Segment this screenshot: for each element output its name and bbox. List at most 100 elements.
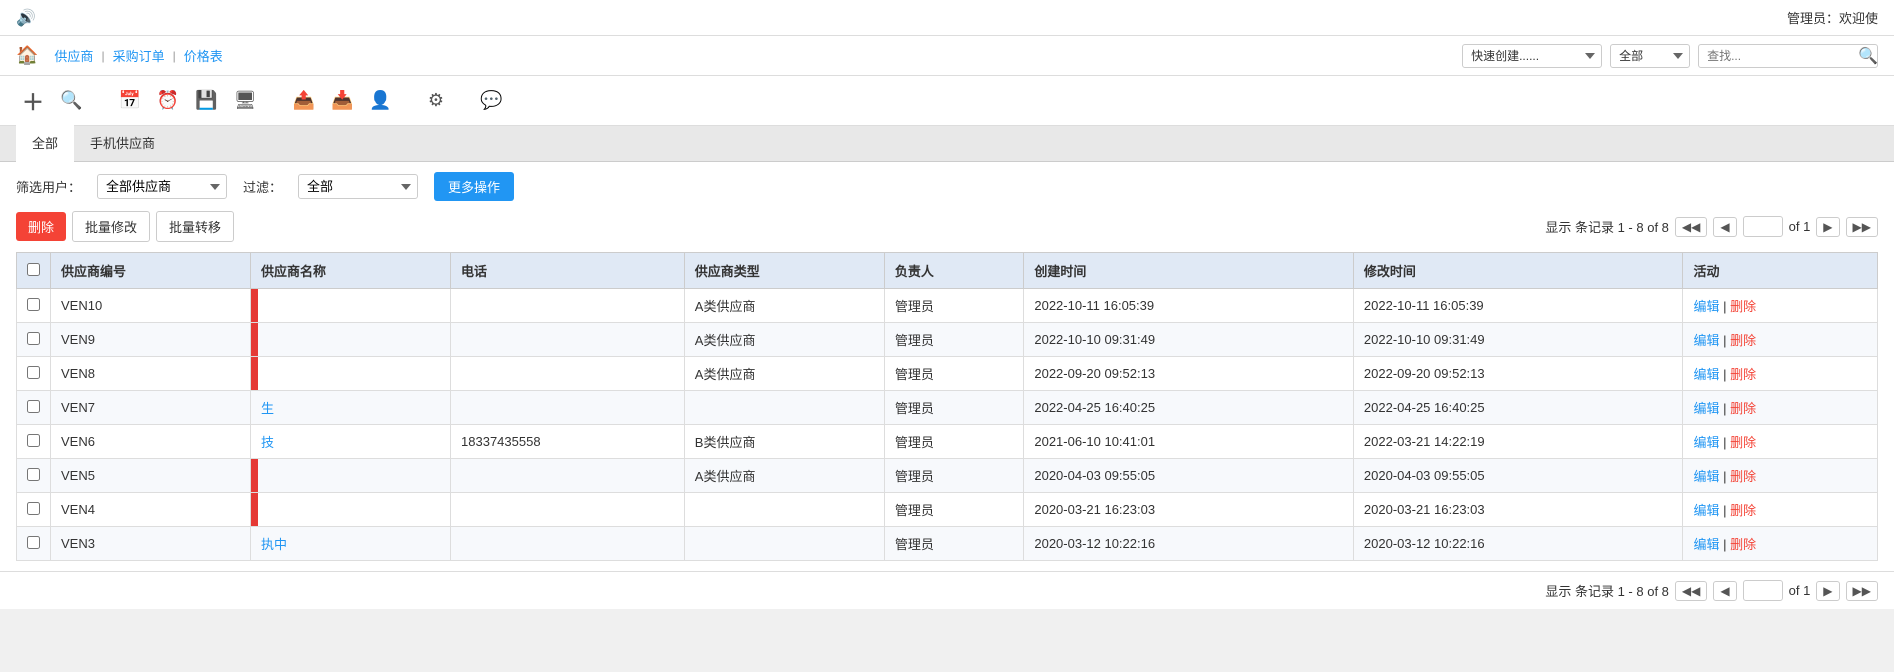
nav-bar: 🏠 供应商 | 采购订单 | 价格表 快速创建...... 全部 🔍 bbox=[0, 36, 1894, 76]
type-cell: A类供应商 bbox=[684, 289, 884, 323]
user-button[interactable]: 👤 bbox=[363, 86, 397, 115]
bottom-total-pages-text: of 1 bbox=[1789, 583, 1811, 598]
row-checkbox[interactable] bbox=[27, 366, 40, 379]
page-number-input[interactable]: 1 bbox=[1743, 216, 1783, 237]
quick-create-select[interactable]: 快速创建...... bbox=[1462, 44, 1602, 68]
table-row: VEN9A类供应商管理员2022-10-10 09:31:492022-10-1… bbox=[17, 323, 1878, 357]
owner-cell: 管理员 bbox=[884, 391, 1024, 425]
page-prev-btn[interactable]: ◀ bbox=[1713, 217, 1736, 237]
delete-link[interactable]: 删除 bbox=[1730, 503, 1756, 518]
vendor-name-link[interactable]: 生 bbox=[261, 401, 274, 416]
row-checkbox[interactable] bbox=[27, 434, 40, 447]
created-cell: 2021-06-10 10:41:01 bbox=[1024, 425, 1354, 459]
edit-link[interactable]: 编辑 bbox=[1693, 367, 1719, 382]
search-toolbar-button[interactable]: 🔍 bbox=[54, 86, 88, 115]
nav-search-button[interactable]: 🔍 bbox=[1858, 46, 1878, 66]
row-checkbox-cell bbox=[17, 527, 51, 561]
pagination-display-text: 显示 条记录 1 - 8 of 8 bbox=[1545, 217, 1669, 236]
row-checkbox-cell bbox=[17, 323, 51, 357]
modified-cell: 2022-10-11 16:05:39 bbox=[1353, 289, 1683, 323]
type-cell: B类供应商 bbox=[684, 425, 884, 459]
owner-cell: 管理员 bbox=[884, 323, 1024, 357]
type-cell bbox=[684, 391, 884, 425]
phone-cell bbox=[451, 493, 685, 527]
nav-price-link[interactable]: 价格表 bbox=[176, 46, 231, 65]
nav-supplier-link[interactable]: 供应商 bbox=[46, 46, 101, 65]
phone-cell bbox=[451, 391, 685, 425]
row-checkbox-cell bbox=[17, 289, 51, 323]
nav-search-input[interactable] bbox=[1698, 44, 1878, 68]
batch-transfer-button[interactable]: 批量转移 bbox=[156, 211, 234, 242]
save-button[interactable]: 💾 bbox=[189, 86, 223, 115]
edit-link[interactable]: 编辑 bbox=[1693, 435, 1719, 450]
phone-cell bbox=[451, 323, 685, 357]
bottom-page-prev-btn[interactable]: ◀ bbox=[1713, 581, 1736, 601]
more-ops-button[interactable]: 更多操作 bbox=[434, 172, 514, 201]
settings-button[interactable]: ⚙ bbox=[422, 86, 450, 115]
page-first-btn[interactable]: ◀◀ bbox=[1675, 217, 1707, 237]
filter-select[interactable]: 全部 bbox=[298, 174, 418, 199]
delete-link[interactable]: 删除 bbox=[1730, 537, 1756, 552]
row-checkbox[interactable] bbox=[27, 468, 40, 481]
delete-link[interactable]: 删除 bbox=[1730, 367, 1756, 382]
edit-link[interactable]: 编辑 bbox=[1693, 537, 1719, 552]
delete-link[interactable]: 删除 bbox=[1730, 299, 1756, 314]
clock-button[interactable]: ⏰ bbox=[151, 86, 185, 115]
tab-mobile-supplier[interactable]: 手机供应商 bbox=[74, 125, 171, 162]
row-checkbox[interactable] bbox=[27, 502, 40, 515]
edit-link[interactable]: 编辑 bbox=[1693, 299, 1719, 314]
created-cell: 2022-04-25 16:40:25 bbox=[1024, 391, 1354, 425]
toolbar: ＋ 🔍 📅 ⏰ 💾 🖥 📤 📥 👤 ⚙ 💬 bbox=[0, 76, 1894, 126]
filter-label: 过滤： bbox=[243, 177, 282, 196]
created-cell: 2022-10-11 16:05:39 bbox=[1024, 289, 1354, 323]
nav-left: 🏠 供应商 | 采购订单 | 价格表 bbox=[16, 45, 231, 66]
row-checkbox[interactable] bbox=[27, 332, 40, 345]
created-cell: 2020-03-12 10:22:16 bbox=[1024, 527, 1354, 561]
type-cell bbox=[684, 527, 884, 561]
tab-all[interactable]: 全部 bbox=[16, 125, 74, 162]
edit-link[interactable]: 编辑 bbox=[1693, 469, 1719, 484]
modified-cell: 2022-04-25 16:40:25 bbox=[1353, 391, 1683, 425]
chat-button[interactable]: 💬 bbox=[474, 86, 508, 115]
col-modified: 修改时间 bbox=[1353, 253, 1683, 289]
edit-link[interactable]: 编辑 bbox=[1693, 401, 1719, 416]
bottom-page-number-input[interactable]: 1 bbox=[1743, 580, 1783, 601]
row-checkbox[interactable] bbox=[27, 298, 40, 311]
col-owner: 负责人 bbox=[884, 253, 1024, 289]
add-button[interactable]: ＋ bbox=[16, 81, 50, 121]
row-checkbox[interactable] bbox=[27, 536, 40, 549]
delete-link[interactable]: 删除 bbox=[1730, 435, 1756, 450]
page-last-btn[interactable]: ▶▶ bbox=[1846, 217, 1878, 237]
monitor-button[interactable]: 🖥 bbox=[228, 86, 263, 115]
calendar-button[interactable]: 📅 bbox=[112, 86, 146, 115]
row-checkbox-cell bbox=[17, 357, 51, 391]
nav-purchase-link[interactable]: 采购订单 bbox=[105, 46, 173, 65]
export-button[interactable]: 📤 bbox=[287, 86, 321, 115]
type-cell: A类供应商 bbox=[684, 357, 884, 391]
vendor-name-link[interactable]: 执中 bbox=[261, 537, 287, 552]
row-checkbox[interactable] bbox=[27, 400, 40, 413]
delete-link[interactable]: 删除 bbox=[1730, 401, 1756, 416]
delete-button[interactable]: 删除 bbox=[16, 212, 66, 241]
import-button[interactable]: 📥 bbox=[325, 86, 359, 115]
bottom-page-last-btn[interactable]: ▶▶ bbox=[1846, 581, 1878, 601]
nav-filter-select[interactable]: 全部 bbox=[1610, 44, 1690, 68]
user-filter-label: 筛选用户： bbox=[16, 177, 81, 196]
batch-edit-button[interactable]: 批量修改 bbox=[72, 211, 150, 242]
type-cell bbox=[684, 493, 884, 527]
vendor-name-link[interactable]: 技 bbox=[261, 435, 274, 450]
select-all-checkbox[interactable] bbox=[27, 263, 40, 276]
col-actions: 活动 bbox=[1683, 253, 1878, 289]
delete-link[interactable]: 删除 bbox=[1730, 333, 1756, 348]
home-link[interactable]: 🏠 bbox=[16, 45, 38, 66]
top-bar: 🔊 管理员：欢迎使 bbox=[0, 0, 1894, 36]
action-cell: 编辑 | 删除 bbox=[1683, 323, 1878, 357]
row-checkbox-cell bbox=[17, 425, 51, 459]
bottom-page-first-btn[interactable]: ◀◀ bbox=[1675, 581, 1707, 601]
edit-link[interactable]: 编辑 bbox=[1693, 503, 1719, 518]
delete-link[interactable]: 删除 bbox=[1730, 469, 1756, 484]
edit-link[interactable]: 编辑 bbox=[1693, 333, 1719, 348]
page-next-btn[interactable]: ▶ bbox=[1816, 217, 1839, 237]
bottom-page-next-btn[interactable]: ▶ bbox=[1816, 581, 1839, 601]
user-filter-select[interactable]: 全部供应商 bbox=[97, 174, 227, 199]
